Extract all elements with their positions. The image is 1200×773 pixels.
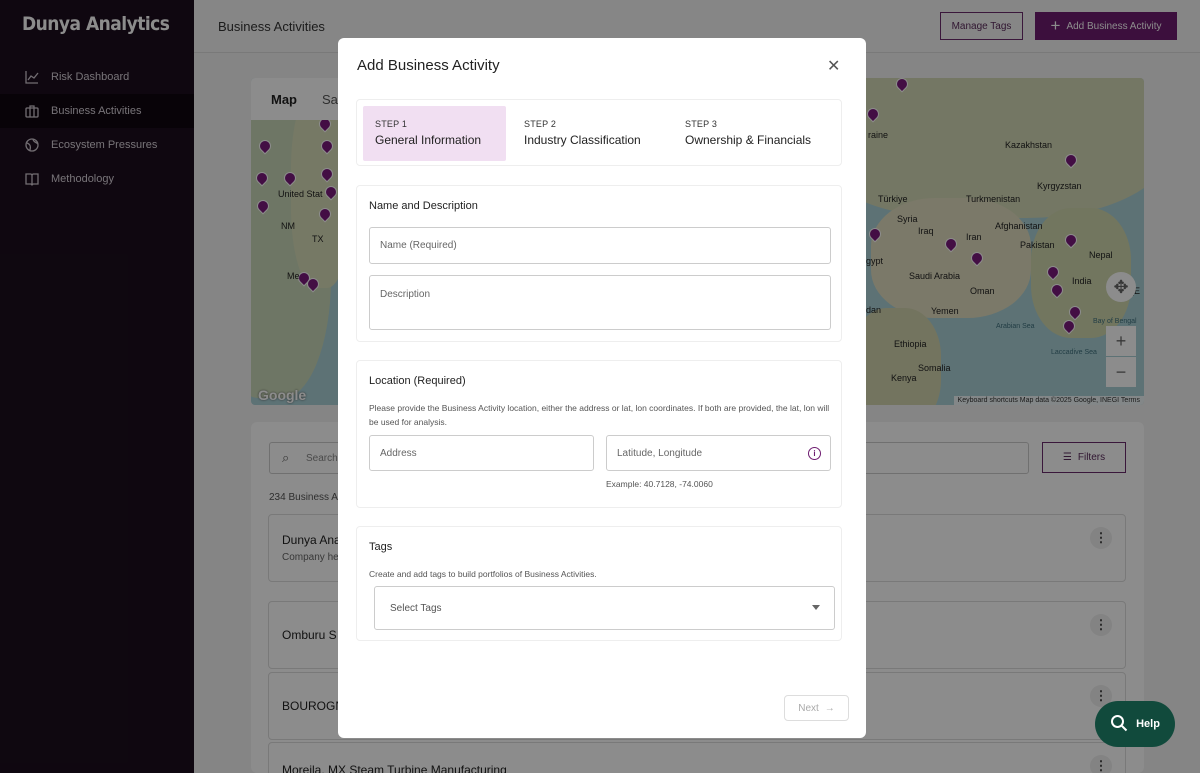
next-button[interactable]: Next → xyxy=(784,695,849,721)
location-hint: Please provide the Business Activity loc… xyxy=(369,403,830,427)
step-label: Ownership & Financials xyxy=(685,133,812,147)
step-label: General Information xyxy=(375,133,482,147)
chevron-down-icon xyxy=(812,605,820,610)
step-industry-classification[interactable]: STEP 2 Industry Classification xyxy=(512,106,662,161)
address-field[interactable]: Address xyxy=(369,435,594,471)
name-placeholder: Name (Required) xyxy=(380,240,457,251)
latlon-example: Example: 40.7128, -74.0060 xyxy=(606,479,713,489)
tags-select[interactable]: Select Tags xyxy=(374,586,835,630)
tags-hint: Create and add tags to build portfolios … xyxy=(369,569,597,579)
section-title: Location (Required) xyxy=(369,375,466,387)
name-description-section: Name and Description Name (Required) Des… xyxy=(356,185,842,342)
step-number: STEP 2 xyxy=(524,119,557,129)
section-title: Name and Description xyxy=(369,200,478,212)
dialog-title: Add Business Activity xyxy=(357,57,500,74)
info-icon[interactable]: i xyxy=(808,447,821,460)
step-ownership-financials[interactable]: STEP 3 Ownership & Financials xyxy=(673,106,833,161)
help-label: Help xyxy=(1136,718,1160,730)
close-icon[interactable]: ✕ xyxy=(827,56,840,76)
step-label: Industry Classification xyxy=(524,133,641,147)
step-number: STEP 1 xyxy=(375,119,408,129)
next-label: Next xyxy=(798,702,819,714)
help-button[interactable]: Help xyxy=(1095,701,1175,747)
search-icon xyxy=(1110,714,1128,735)
section-title: Tags xyxy=(369,541,393,553)
name-field[interactable]: Name (Required) xyxy=(369,227,831,264)
arrow-right-icon: → xyxy=(824,702,835,714)
step-number: STEP 3 xyxy=(685,119,718,129)
description-placeholder: Description xyxy=(380,289,431,300)
latitude-longitude-field[interactable]: Latitude, Longitude i xyxy=(606,435,831,471)
tags-section: Tags Create and add tags to build portfo… xyxy=(356,526,842,641)
tags-placeholder: Select Tags xyxy=(390,602,442,614)
description-field[interactable]: Description xyxy=(369,275,831,330)
latlon-placeholder: Latitude, Longitude xyxy=(617,447,703,459)
location-section: Location (Required) Please provide the B… xyxy=(356,360,842,508)
stepper: STEP 1 General Information STEP 2 Indust… xyxy=(356,99,842,166)
add-business-activity-dialog: Add Business Activity ✕ STEP 1 General I… xyxy=(338,38,866,738)
step-general-information[interactable]: STEP 1 General Information xyxy=(363,106,506,161)
address-placeholder: Address xyxy=(380,447,417,459)
